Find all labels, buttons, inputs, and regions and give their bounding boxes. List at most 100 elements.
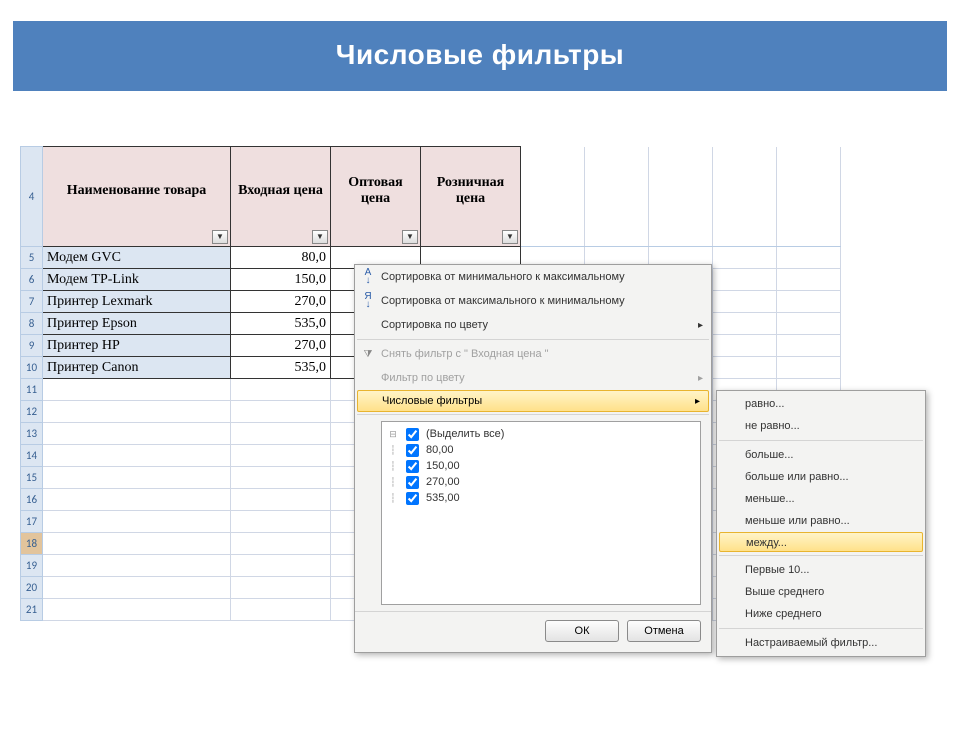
cell-name[interactable]: Принтер HP: [43, 335, 231, 357]
col-header-name[interactable]: Наименование товара ▼: [43, 147, 231, 247]
cell-price[interactable]: 80,0: [231, 247, 331, 269]
cell-price[interactable]: 270,0: [231, 335, 331, 357]
col-header-input-price[interactable]: Входная цена ▼: [231, 147, 331, 247]
cell-name[interactable]: Принтер Lexmark: [43, 291, 231, 313]
submenu-custom[interactable]: Настраиваемый фильтр...: [717, 632, 925, 654]
menu-sort-asc[interactable]: A↓ Сортировка от минимального к максимал…: [355, 265, 711, 289]
cell-name[interactable]: Принтер Epson: [43, 313, 231, 335]
cell[interactable]: [231, 533, 331, 555]
submenu-greater-eq[interactable]: больше или равно...: [717, 466, 925, 488]
cell[interactable]: [713, 247, 777, 269]
row-header[interactable]: 15: [21, 467, 43, 489]
row-header[interactable]: 13: [21, 423, 43, 445]
check-item[interactable]: ┆ 150,00: [388, 458, 694, 474]
submenu-not-equals[interactable]: не равно...: [717, 415, 925, 437]
col-header-retail-price[interactable]: Розничная цена ▼: [421, 147, 521, 247]
row-header[interactable]: 18: [21, 533, 43, 555]
row-header[interactable]: 5: [21, 247, 43, 269]
submenu-above-avg[interactable]: Выше среднего: [717, 581, 925, 603]
checkbox[interactable]: [406, 428, 419, 441]
cell[interactable]: [43, 445, 231, 467]
submenu-greater[interactable]: больше...: [717, 444, 925, 466]
cell[interactable]: [43, 533, 231, 555]
cell[interactable]: [231, 511, 331, 533]
row-header[interactable]: 4: [21, 147, 43, 247]
cell[interactable]: [777, 291, 841, 313]
cell[interactable]: [43, 423, 231, 445]
cell[interactable]: [231, 445, 331, 467]
check-item[interactable]: ┆ 270,00: [388, 474, 694, 490]
cell[interactable]: [43, 489, 231, 511]
submenu-below-avg[interactable]: Ниже среднего: [717, 603, 925, 625]
checkbox[interactable]: [406, 460, 419, 473]
menu-number-filters[interactable]: Числовые фильтры ▸: [357, 390, 709, 412]
checkbox[interactable]: [406, 492, 419, 505]
row-header[interactable]: 14: [21, 445, 43, 467]
cell[interactable]: [43, 511, 231, 533]
filter-checklist[interactable]: ⊟ (Выделить все) ┆ 80,00 ┆ 150,00 ┆ 270,…: [381, 421, 701, 605]
row-header[interactable]: 19: [21, 555, 43, 577]
submenu-less[interactable]: меньше...: [717, 488, 925, 510]
cell[interactable]: [231, 489, 331, 511]
row-header[interactable]: 10: [21, 357, 43, 379]
cell[interactable]: [231, 599, 331, 621]
menu-sort-desc[interactable]: Я↓ Сортировка от максимального к минимал…: [355, 289, 711, 313]
cell-name[interactable]: Модем TP-Link: [43, 269, 231, 291]
cell[interactable]: [713, 335, 777, 357]
cell[interactable]: [43, 379, 231, 401]
row-header[interactable]: 6: [21, 269, 43, 291]
checkbox[interactable]: [406, 444, 419, 457]
cell-price[interactable]: 535,0: [231, 313, 331, 335]
cell[interactable]: [713, 291, 777, 313]
cell[interactable]: [231, 379, 331, 401]
cell-name[interactable]: Модем GVC: [43, 247, 231, 269]
cell[interactable]: [713, 313, 777, 335]
menu-sort-color[interactable]: Сортировка по цвету ▸: [355, 313, 711, 337]
cell[interactable]: [43, 467, 231, 489]
row-header[interactable]: 7: [21, 291, 43, 313]
cell[interactable]: [43, 555, 231, 577]
filter-dropdown-button[interactable]: ▼: [312, 230, 328, 244]
cell[interactable]: [43, 577, 231, 599]
check-item-all[interactable]: ⊟ (Выделить все): [388, 426, 694, 442]
row-header[interactable]: 9: [21, 335, 43, 357]
row-header[interactable]: 17: [21, 511, 43, 533]
ok-button[interactable]: ОК: [545, 620, 619, 642]
row-header[interactable]: 20: [21, 577, 43, 599]
submenu-equals[interactable]: равно...: [717, 393, 925, 415]
row-header[interactable]: 16: [21, 489, 43, 511]
cell[interactable]: [713, 357, 777, 379]
cell[interactable]: [231, 423, 331, 445]
row-header[interactable]: 12: [21, 401, 43, 423]
cell[interactable]: [231, 555, 331, 577]
submenu-top10[interactable]: Первые 10...: [717, 559, 925, 581]
checkbox[interactable]: [406, 476, 419, 489]
filter-dropdown-button[interactable]: ▼: [212, 230, 228, 244]
cell[interactable]: [777, 357, 841, 379]
cell[interactable]: [43, 401, 231, 423]
cell[interactable]: [777, 247, 841, 269]
cancel-button[interactable]: Отмена: [627, 620, 701, 642]
check-item[interactable]: ┆ 535,00: [388, 490, 694, 506]
filter-dropdown-button[interactable]: ▼: [402, 230, 418, 244]
cell-price[interactable]: 270,0: [231, 291, 331, 313]
cell[interactable]: [777, 269, 841, 291]
cell-price[interactable]: 150,0: [231, 269, 331, 291]
cell-name[interactable]: Принтер Canon: [43, 357, 231, 379]
cell[interactable]: [777, 313, 841, 335]
cell[interactable]: [231, 577, 331, 599]
row-header[interactable]: 21: [21, 599, 43, 621]
row-header[interactable]: 8: [21, 313, 43, 335]
cell[interactable]: [777, 335, 841, 357]
cell[interactable]: [43, 599, 231, 621]
filter-dropdown-button[interactable]: ▼: [502, 230, 518, 244]
cell[interactable]: [231, 467, 331, 489]
row-header[interactable]: 11: [21, 379, 43, 401]
cell[interactable]: [713, 269, 777, 291]
submenu-between[interactable]: между...: [719, 532, 923, 552]
cell-price[interactable]: 535,0: [231, 357, 331, 379]
check-item[interactable]: ┆ 80,00: [388, 442, 694, 458]
cell[interactable]: [231, 401, 331, 423]
submenu-less-eq[interactable]: меньше или равно...: [717, 510, 925, 532]
col-header-wholesale-price[interactable]: Оптовая цена ▼: [331, 147, 421, 247]
